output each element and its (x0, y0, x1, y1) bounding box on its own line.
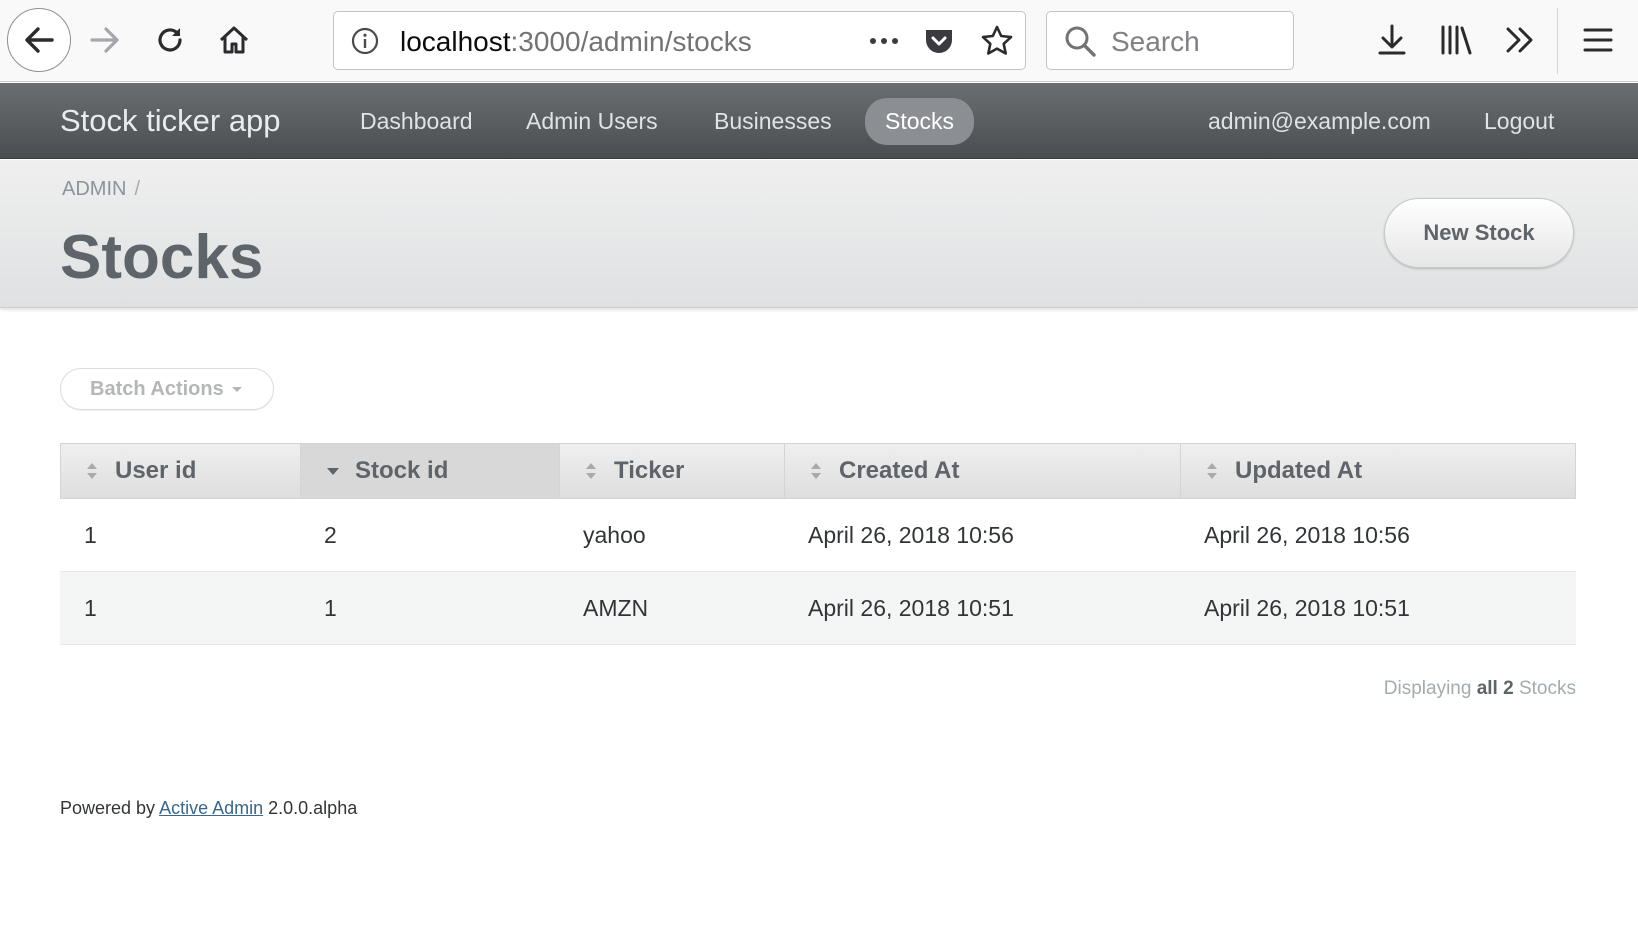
sort-icon (811, 463, 821, 479)
table-row: 1 1 AMZN April 26, 2018 10:51 April 26, … (60, 572, 1576, 645)
cell-ticker: AMZN (583, 595, 649, 621)
current-user-link[interactable]: admin@example.com (1188, 98, 1451, 145)
sort-icon (586, 463, 596, 479)
cell-ticker: yahoo (583, 522, 646, 548)
url-text[interactable]: localhost:3000/admin/stocks (400, 26, 752, 58)
footer: Powered by Active Admin 2.0.0.alpha (60, 798, 358, 818)
column-header-ticker[interactable]: Ticker (560, 444, 785, 498)
back-button[interactable] (7, 8, 71, 72)
browser-toolbar: localhost:3000/admin/stocks Search (0, 0, 1638, 82)
tab-businesses[interactable]: Businesses (694, 98, 852, 145)
breadcrumb: ADMIN / (62, 178, 140, 201)
address-bar[interactable]: localhost:3000/admin/stocks (333, 11, 1026, 70)
pagination-info: Displaying all 2 Stocks (1383, 678, 1576, 699)
search-placeholder: Search (1111, 26, 1200, 57)
pocket-icon[interactable] (922, 24, 956, 58)
reload-icon (158, 28, 182, 52)
cell-created-at: April 26, 2018 10:56 (808, 522, 1014, 548)
site-title[interactable]: Stock ticker app (60, 103, 281, 139)
info-icon[interactable] (350, 26, 380, 56)
cell-user-id: 1 (84, 522, 97, 548)
caret-down-icon (231, 386, 242, 392)
reload-button[interactable] (138, 8, 202, 72)
arrow-left-icon (25, 27, 54, 53)
active-admin-link[interactable]: Active Admin (159, 798, 263, 818)
sort-icon (1207, 463, 1217, 479)
cell-user-id: 1 (84, 595, 97, 621)
column-header-created-at[interactable]: Created At (785, 444, 1181, 498)
more-actions-icon[interactable] (866, 26, 902, 56)
search-bar[interactable]: Search (1046, 11, 1294, 70)
title-bar: ADMIN / Stocks New Stock (0, 160, 1638, 308)
cell-stock-id: 1 (324, 595, 337, 621)
table-row: 1 2 yahoo April 26, 2018 10:56 April 26,… (60, 499, 1576, 572)
column-header-updated-at[interactable]: Updated At (1181, 444, 1577, 498)
sort-desc-icon (327, 463, 339, 479)
new-stock-button[interactable]: New Stock (1384, 198, 1574, 268)
home-button[interactable] (202, 8, 266, 72)
breadcrumb-admin-link[interactable]: ADMIN (62, 178, 126, 200)
home-icon (219, 26, 249, 54)
hamburger-menu-icon[interactable] (1578, 20, 1618, 60)
batch-actions-label: Batch Actions (90, 377, 224, 400)
sort-icon (87, 463, 97, 479)
stocks-table: User id Stock id Ticker Created At Updat… (60, 443, 1576, 645)
page-title: Stocks (60, 223, 264, 292)
forward-button[interactable] (73, 8, 137, 72)
toolbar-separator (1557, 8, 1558, 74)
library-icon[interactable] (1436, 20, 1476, 60)
column-header-stock-id[interactable]: Stock id (301, 444, 560, 498)
cell-created-at: April 26, 2018 10:51 (808, 595, 1014, 621)
batch-actions-button[interactable]: Batch Actions (60, 368, 274, 410)
tab-dashboard[interactable]: Dashboard (340, 98, 493, 145)
cell-stock-id: 2 (324, 522, 337, 548)
table-header: User id Stock id Ticker Created At Updat… (60, 443, 1576, 499)
arrow-right-icon (90, 27, 119, 53)
tab-admin-users[interactable]: Admin Users (506, 98, 678, 145)
search-icon (1065, 26, 1096, 57)
admin-header: Stock ticker app Dashboard Admin Users B… (0, 83, 1638, 159)
download-icon[interactable] (1372, 20, 1412, 60)
breadcrumb-separator: / (134, 178, 141, 200)
logout-link[interactable]: Logout (1464, 98, 1574, 145)
column-header-user-id[interactable]: User id (61, 444, 301, 498)
cell-updated-at: April 26, 2018 10:51 (1204, 595, 1410, 621)
bookmark-star-icon[interactable] (979, 23, 1015, 59)
overflow-chevrons-icon[interactable] (1500, 20, 1540, 60)
cell-updated-at: April 26, 2018 10:56 (1204, 522, 1410, 548)
tab-stocks[interactable]: Stocks (865, 98, 975, 145)
